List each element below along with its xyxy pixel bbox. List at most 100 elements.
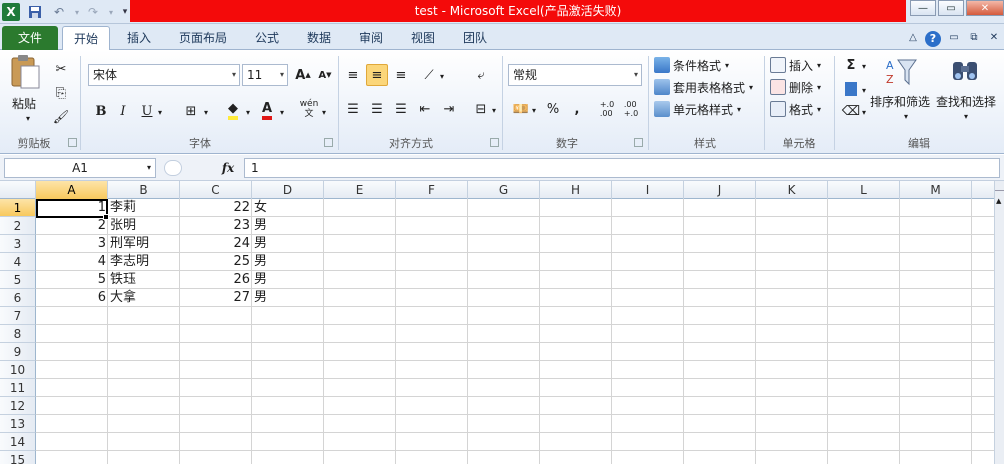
tab-team[interactable]: 团队 — [452, 26, 498, 50]
select-all-corner[interactable] — [0, 181, 36, 199]
column-header-f[interactable]: F — [396, 181, 468, 199]
close-button[interactable]: ✕ — [966, 0, 1004, 16]
fill-color-dropdown-icon[interactable]: ▾ — [246, 108, 250, 117]
row-header-14[interactable]: 14 — [0, 433, 36, 451]
row-header-7[interactable]: 7 — [0, 307, 36, 325]
cell-c4[interactable]: 25 — [180, 253, 252, 271]
redo-icon[interactable]: ↷ — [84, 3, 102, 21]
excel-app-icon[interactable]: X — [2, 3, 20, 21]
formula-input[interactable]: 1 — [244, 158, 1000, 178]
cell-a4[interactable]: 4 — [36, 253, 108, 271]
cell-a3[interactable]: 3 — [36, 235, 108, 253]
row-header-13[interactable]: 13 — [0, 415, 36, 433]
font-color-dropdown-icon[interactable]: ▾ — [280, 108, 284, 117]
font-launcher-icon[interactable] — [324, 138, 333, 147]
cell-b1[interactable]: 李莉 — [108, 199, 180, 217]
cell-c1[interactable]: 22 — [180, 199, 252, 217]
find-select-dropdown-icon[interactable]: ▾ — [964, 112, 968, 121]
paste-icon[interactable] — [8, 54, 44, 90]
insert-function-button[interactable]: fx — [218, 158, 238, 178]
fill-icon[interactable] — [840, 78, 862, 100]
row-header-11[interactable]: 11 — [0, 379, 36, 397]
cell-a5[interactable]: 5 — [36, 271, 108, 289]
tab-view[interactable]: 视图 — [400, 26, 446, 50]
cell-c6[interactable]: 27 — [180, 289, 252, 307]
cut-icon[interactable]: ✂ — [50, 58, 72, 80]
cell-a6[interactable]: 6 — [36, 289, 108, 307]
clipboard-launcher-icon[interactable] — [68, 138, 77, 147]
font-color-icon[interactable]: A — [256, 100, 278, 122]
sort-filter-button[interactable]: 排序和筛选 — [870, 90, 930, 112]
autosum-dropdown-icon[interactable]: ▾ — [862, 62, 866, 71]
workbook-minimize-icon[interactable]: ▭ — [946, 26, 962, 50]
cell-d4[interactable]: 男 — [252, 253, 324, 271]
fill-color-icon[interactable]: ◆ — [222, 100, 244, 122]
underline-button[interactable]: U — [136, 100, 158, 122]
conditional-formatting-button[interactable]: 条件格式 ▾ — [654, 54, 729, 76]
align-bottom-icon[interactable]: ≡ — [390, 64, 412, 86]
column-header-m[interactable]: M — [900, 181, 972, 199]
cell-d6[interactable]: 男 — [252, 289, 324, 307]
grow-font-button[interactable]: A ▲ — [292, 64, 314, 86]
align-right-icon[interactable]: ☰ — [390, 98, 412, 120]
sort-filter-dropdown-icon[interactable]: ▾ — [904, 112, 908, 121]
cell-b6[interactable]: 大拿 — [108, 289, 180, 307]
cell-c2[interactable]: 23 — [180, 217, 252, 235]
workbook-restore-icon[interactable]: ⧉ — [966, 26, 982, 50]
align-left-icon[interactable]: ☰ — [342, 98, 364, 120]
name-box[interactable]: A1 ▾ — [4, 158, 156, 178]
minimize-button[interactable]: — — [910, 0, 936, 16]
font-size-select[interactable]: 11 ▾ — [242, 64, 288, 86]
decrease-decimal-button[interactable]: .00 +.0 — [620, 98, 642, 120]
insert-cells-button[interactable]: 插入 ▾ — [770, 54, 821, 76]
cell-c5[interactable]: 26 — [180, 271, 252, 289]
cell-b2[interactable]: 张明 — [108, 217, 180, 235]
row-header-6[interactable]: 6 — [0, 289, 36, 307]
merge-center-icon[interactable]: ⊟ — [470, 98, 492, 120]
increase-indent-icon[interactable]: ⇥ — [438, 98, 460, 120]
find-select-button[interactable]: 查找和选择 — [936, 90, 996, 112]
tab-review[interactable]: 审阅 — [348, 26, 394, 50]
wrap-text-icon[interactable]: ⤶ — [470, 64, 492, 86]
cell-d1[interactable]: 女 — [252, 199, 324, 217]
phonetic-dropdown-icon[interactable]: ▾ — [322, 108, 326, 117]
align-top-icon[interactable]: ≡ — [342, 64, 364, 86]
ribbon-collapse-icon[interactable]: △ — [906, 26, 920, 50]
column-header-j[interactable]: J — [684, 181, 756, 199]
row-header-4[interactable]: 4 — [0, 253, 36, 271]
borders-icon[interactable]: ⊞ — [180, 100, 202, 122]
column-header-l[interactable]: L — [828, 181, 900, 199]
row-header-9[interactable]: 9 — [0, 343, 36, 361]
scroll-up-icon[interactable]: ▲ — [996, 197, 1003, 205]
column-header-g[interactable]: G — [468, 181, 540, 199]
decrease-indent-icon[interactable]: ⇤ — [414, 98, 436, 120]
orientation-icon[interactable]: ⟋ — [418, 64, 440, 86]
paste-dropdown-icon[interactable]: ▾ — [26, 114, 30, 123]
format-cells-button[interactable]: 格式 ▾ — [770, 98, 821, 120]
clear-icon[interactable]: ⌫ — [840, 100, 862, 122]
column-header-k[interactable]: K — [756, 181, 828, 199]
phonetic-icon[interactable]: wén 文 — [298, 98, 320, 120]
find-select-icon[interactable] — [950, 56, 980, 86]
percent-style-button[interactable]: % — [542, 98, 564, 120]
row-header-3[interactable]: 3 — [0, 235, 36, 253]
copy-icon[interactable]: ⎘ — [50, 82, 72, 104]
bold-button[interactable]: B — [90, 100, 112, 122]
undo-icon[interactable]: ↶ — [50, 3, 68, 21]
increase-decimal-button[interactable]: +.0 .00 — [596, 98, 618, 120]
tab-home[interactable]: 开始 — [62, 26, 110, 50]
autosum-button[interactable]: Σ — [840, 54, 862, 76]
align-center-icon[interactable]: ☰ — [366, 98, 388, 120]
fill-handle[interactable] — [103, 214, 109, 220]
tab-data[interactable]: 数据 — [296, 26, 342, 50]
column-header-b[interactable]: B — [108, 181, 180, 199]
cell-d2[interactable]: 男 — [252, 217, 324, 235]
column-header-d[interactable]: D — [252, 181, 324, 199]
workbook-close-icon[interactable]: ✕ — [986, 26, 1002, 50]
cell-b3[interactable]: 刑军明 — [108, 235, 180, 253]
cell-a2[interactable]: 2 — [36, 217, 108, 235]
maximize-button[interactable]: ▭ — [938, 0, 964, 16]
italic-button[interactable]: I — [112, 100, 134, 122]
merge-dropdown-icon[interactable]: ▾ — [492, 106, 496, 115]
delete-cells-button[interactable]: 删除 ▾ — [770, 76, 821, 98]
